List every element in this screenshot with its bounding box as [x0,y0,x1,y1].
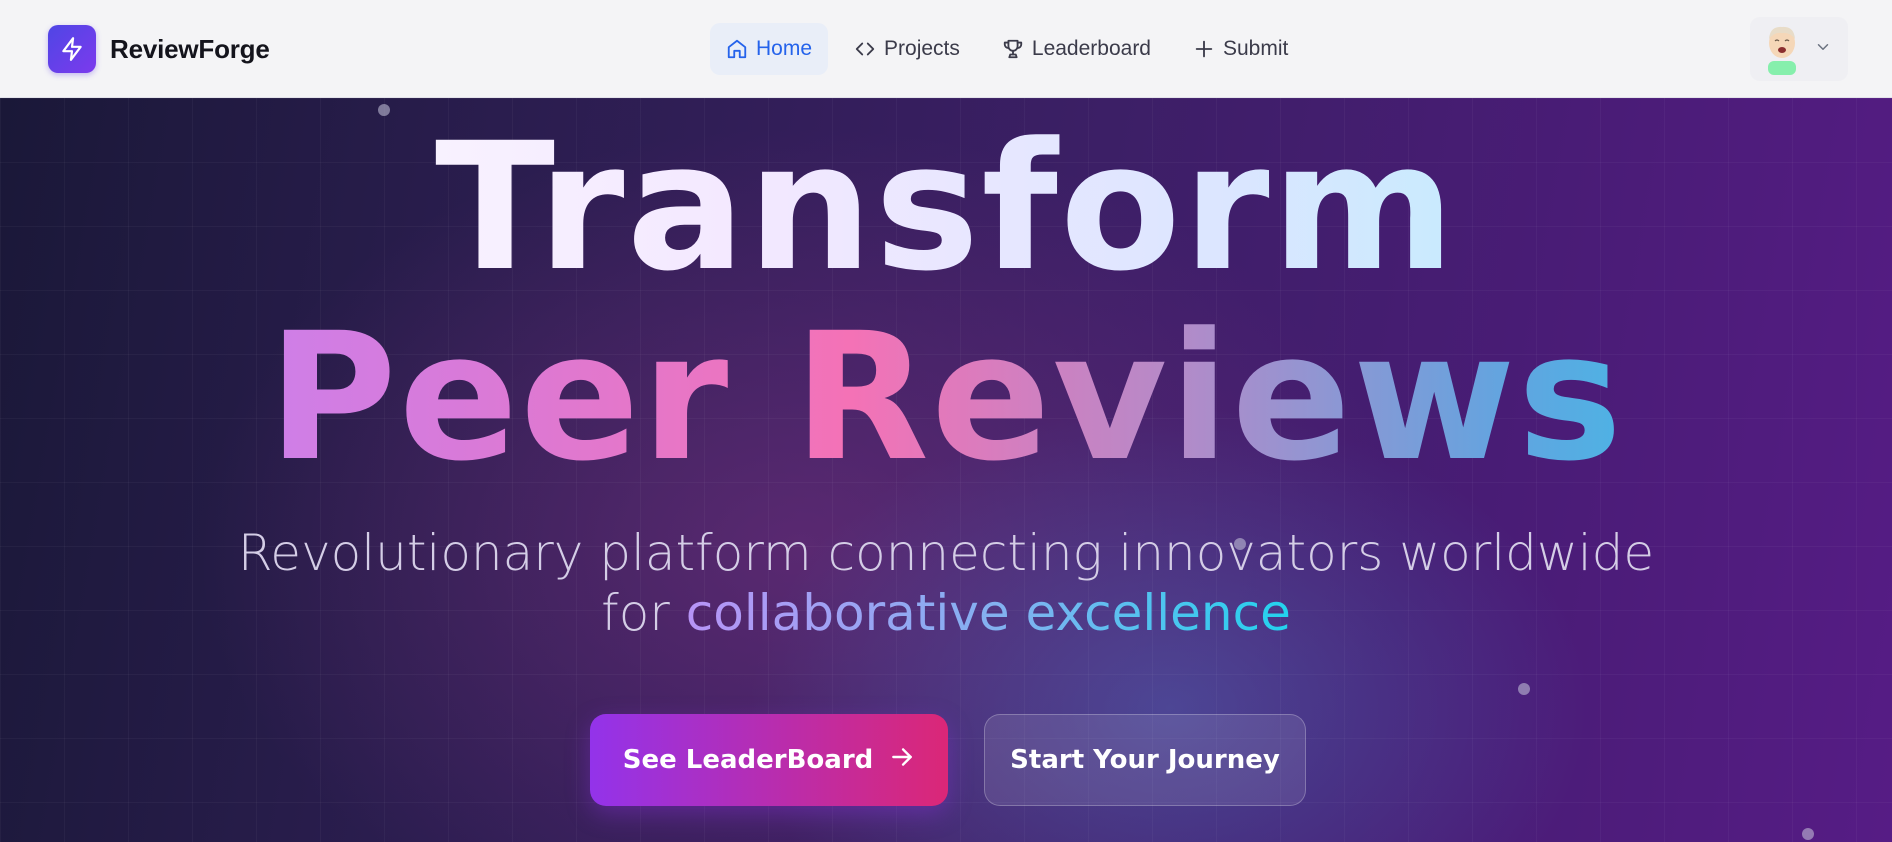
subtitle-prefix: for [601,584,686,642]
subtitle-line-1: Revolutionary platform connecting innova… [237,524,1655,582]
hero-subtitle: Revolutionary platform connecting innova… [0,523,1892,643]
button-label: Start Your Journey [1010,745,1280,775]
decorative-dot [1518,683,1530,695]
main-nav: Home Projects Leaderboard Submit [710,23,1304,75]
chevron-down-icon[interactable] [1814,38,1832,60]
nav-item-projects[interactable]: Projects [838,23,976,75]
plus-icon [1193,38,1215,60]
headline-line-2: Peer Reviews [0,298,1892,498]
see-leaderboard-button[interactable]: See LeaderBoard [590,714,948,806]
start-journey-button[interactable]: Start Your Journey [984,714,1306,806]
nav-item-leaderboard[interactable]: Leaderboard [986,23,1167,75]
brand[interactable]: ReviewForge [48,25,270,73]
home-icon [726,38,748,60]
button-label: See LeaderBoard [622,745,874,775]
nav-item-label: Projects [884,37,960,60]
avatar[interactable] [1762,23,1802,75]
top-navbar: ReviewForge Home Projects Leaderboard Su… [0,0,1892,98]
nav-item-label: Submit [1223,37,1289,60]
arrow-right-icon [889,744,915,777]
headline-line-1: Transform [0,108,1892,308]
brand-name: ReviewForge [110,33,270,64]
nav-item-submit[interactable]: Submit [1177,23,1304,75]
subtitle-highlight: collaborative excellence [685,584,1291,642]
decorative-dot [1802,828,1814,840]
nav-item-label: Home [756,37,813,60]
code-icon [854,38,876,60]
hero-section: Transform Peer Reviews Revolutionary pla… [0,98,1892,842]
user-menu[interactable] [1750,17,1848,81]
trophy-icon [1002,38,1024,60]
lightning-bolt-icon [48,25,96,73]
nav-item-home[interactable]: Home [710,23,829,75]
nav-item-label: Leaderboard [1031,37,1151,60]
